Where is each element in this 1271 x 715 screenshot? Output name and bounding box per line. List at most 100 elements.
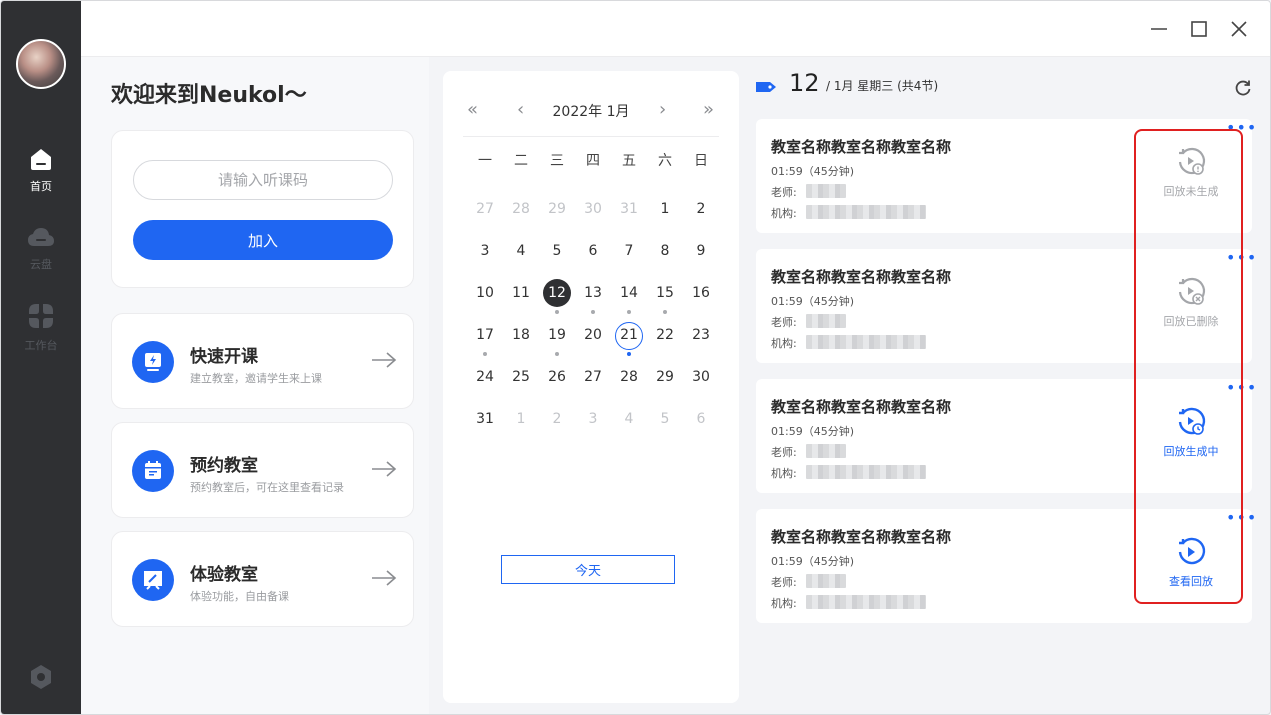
calendar-day[interactable]: 27 (467, 195, 503, 237)
calendar-day[interactable]: 5 (647, 405, 683, 447)
calendar-day[interactable]: 7 (611, 237, 647, 279)
calendar-day[interactable]: 20 (575, 321, 611, 363)
maximize-icon[interactable] (1189, 19, 1209, 39)
calendar-day[interactable]: 4 (611, 405, 647, 447)
calendar-day[interactable]: 1 (647, 195, 683, 237)
sidebar-item-workbench[interactable]: 工作台 (1, 301, 81, 353)
close-icon[interactable] (1229, 19, 1249, 39)
weekday-label: 五 (622, 153, 636, 169)
arrow-right-icon (372, 352, 397, 368)
sidebar-item-label: 首页 (30, 180, 52, 193)
avatar[interactable] (16, 39, 66, 89)
calendar-day[interactable]: 6 (575, 237, 611, 279)
calendar-day[interactable]: 23 (683, 321, 719, 363)
calendar-day[interactable]: 15 (647, 279, 683, 321)
next-year-icon[interactable]: » (703, 99, 714, 120)
calendar-day[interactable]: 3 (575, 405, 611, 447)
calendar-day[interactable]: 3 (467, 237, 503, 279)
calendar-day[interactable]: 2 (539, 405, 575, 447)
calendar-day[interactable]: 6 (683, 405, 719, 447)
sidebar-item-cloud[interactable]: 云盘 (1, 226, 81, 272)
weekday-label: 日 (694, 153, 708, 169)
calendar-day[interactable]: 11 (503, 279, 539, 321)
calendar-day[interactable]: 22 (647, 321, 683, 363)
org-label: 机构: (771, 597, 797, 610)
course-time: 01:59（45分钟) (771, 555, 854, 568)
prev-month-icon[interactable]: ‹ (517, 99, 524, 120)
calendar-day[interactable]: 28 (503, 195, 539, 237)
week-row: 17 18 19 20 21 22 23 (467, 321, 719, 363)
calendar-day[interactable]: 24 (467, 363, 503, 405)
quick-class-card[interactable]: 快速开课 建立教室，邀请学生来上课 (111, 313, 414, 409)
calendar-day[interactable]: 29 (647, 363, 683, 405)
teacher-label: 老师: (771, 186, 797, 199)
settings-icon[interactable] (29, 664, 53, 690)
calendar-day[interactable]: 17 (467, 321, 503, 363)
event-dot (555, 352, 559, 356)
calendar: 2022年 1月 « ‹ › » 一 二 三 四 五 六 日 27 28 29 … (443, 71, 739, 703)
calendar-day[interactable]: 18 (503, 321, 539, 363)
join-card: 加入 (111, 130, 414, 288)
org-name-redacted (806, 595, 926, 609)
calendar-day-selected[interactable]: 12 (539, 279, 575, 321)
action-title: 快速开课 (190, 347, 258, 367)
event-dot (483, 352, 487, 356)
calendar-day[interactable]: 16 (683, 279, 719, 321)
calendar-day[interactable]: 30 (575, 195, 611, 237)
org-name-redacted (806, 335, 926, 349)
refresh-icon[interactable] (1233, 78, 1253, 98)
calendar-day[interactable]: 28 (611, 363, 647, 405)
teacher-name-redacted (806, 184, 846, 198)
calendar-day[interactable]: 1 (503, 405, 539, 447)
calendar-header: 2022年 1月 « ‹ › » (463, 93, 719, 137)
join-button[interactable]: 加入 (133, 220, 393, 260)
teacher-name-redacted (806, 574, 846, 588)
sidebar-item-label: 云盘 (30, 258, 52, 271)
weekday-row: 一 二 三 四 五 六 日 (467, 147, 719, 195)
app-window: 首页 云盘 工作台 欢迎来到Neukol～ 请输入听课码 加入 快速开课 建立教… (0, 0, 1271, 715)
calendar-day[interactable]: 13 (575, 279, 611, 321)
org-name-redacted (806, 205, 926, 219)
calendar-day[interactable]: 31 (467, 405, 503, 447)
week-row: 3 4 5 6 7 8 9 (467, 237, 719, 279)
calendar-day[interactable]: 5 (539, 237, 575, 279)
calendar-day[interactable]: 10 (467, 279, 503, 321)
calendar-day-today[interactable]: 21 (611, 321, 647, 363)
today-button[interactable]: 今天 (501, 555, 675, 584)
next-month-icon[interactable]: › (659, 99, 666, 120)
calendar-day[interactable]: 31 (611, 195, 647, 237)
book-classroom-card[interactable]: 预约教室 预约教室后，可在这里查看记录 (111, 422, 414, 518)
minimize-icon[interactable] (1149, 19, 1169, 39)
trial-classroom-card[interactable]: 体验教室 体验功能，自由备课 (111, 531, 414, 627)
calendar-day[interactable]: 9 (683, 237, 719, 279)
calendar-day[interactable]: 27 (575, 363, 611, 405)
week-row: 31 1 2 3 4 5 6 (467, 405, 719, 447)
event-dot (591, 310, 595, 314)
arrow-right-icon (372, 570, 397, 586)
course-name: 教室名称教室名称教室名称 (771, 138, 952, 156)
workbench-icon (29, 304, 53, 328)
calendar-day[interactable]: 19 (539, 321, 575, 363)
weekday-label: 二 (514, 153, 528, 169)
action-subtitle: 体验功能，自由备课 (190, 590, 289, 603)
calendar-day[interactable]: 26 (539, 363, 575, 405)
calendar-day[interactable]: 2 (683, 195, 719, 237)
selected-day-info: / 1月 星期三 (共4节) (826, 79, 939, 93)
calendar-day[interactable]: 8 (647, 237, 683, 279)
course-name: 教室名称教室名称教室名称 (771, 398, 952, 416)
calendar-day[interactable]: 29 (539, 195, 575, 237)
listen-code-input[interactable] (133, 160, 393, 200)
action-title: 体验教室 (190, 565, 258, 585)
tag-icon (756, 82, 776, 92)
prev-year-icon[interactable]: « (467, 99, 478, 120)
annotation-highlight-box (1134, 129, 1243, 604)
week-row: 24 25 26 27 28 29 30 (467, 363, 719, 405)
week-row: 27 28 29 30 31 1 2 (467, 195, 719, 237)
calendar-day[interactable]: 30 (683, 363, 719, 405)
calendar-day[interactable]: 4 (503, 237, 539, 279)
calendar-day[interactable]: 25 (503, 363, 539, 405)
teacher-name-redacted (806, 444, 846, 458)
sidebar-item-home[interactable]: 首页 (1, 146, 81, 194)
org-label: 机构: (771, 207, 797, 220)
calendar-day[interactable]: 14 (611, 279, 647, 321)
